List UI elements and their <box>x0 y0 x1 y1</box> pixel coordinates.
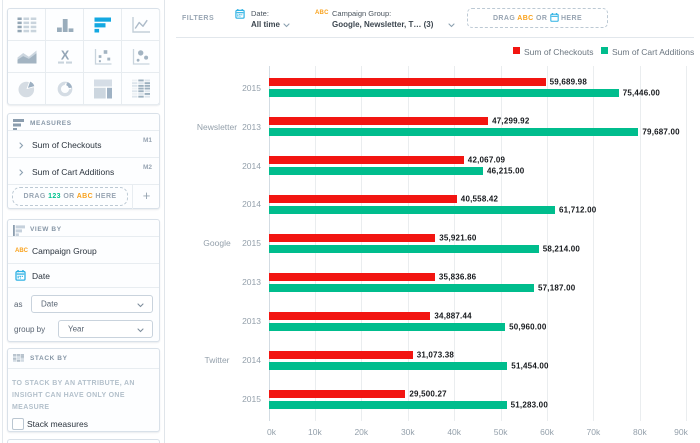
svg-text:X: X <box>60 49 69 62</box>
